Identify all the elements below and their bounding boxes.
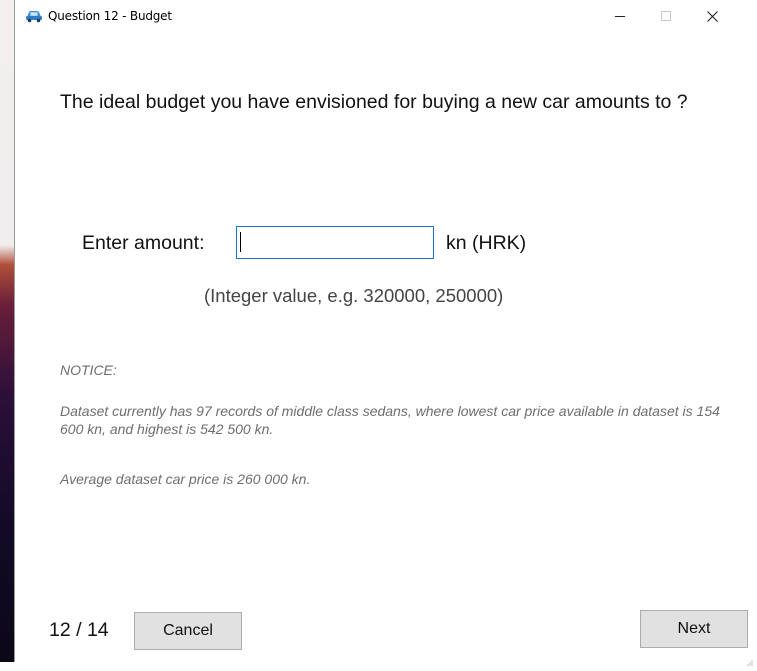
close-icon xyxy=(706,10,718,22)
next-button[interactable]: Next xyxy=(640,610,748,648)
minimize-icon xyxy=(615,16,625,17)
amount-input[interactable] xyxy=(236,226,434,259)
maximize-button[interactable] xyxy=(643,0,689,32)
amount-label: Enter amount: xyxy=(82,232,205,254)
resize-grip-icon[interactable] xyxy=(747,653,753,666)
notice-title: NOTICE: xyxy=(60,362,117,378)
cancel-button[interactable]: Cancel xyxy=(134,612,242,650)
title-bar[interactable]: Question 12 - Budget xyxy=(15,0,757,32)
notice-dataset-info: Dataset currently has 97 records of midd… xyxy=(60,403,720,437)
minimize-button[interactable] xyxy=(597,0,643,32)
maximize-icon xyxy=(661,11,671,21)
amount-hint: (Integer value, e.g. 320000, 250000) xyxy=(204,285,504,306)
window-title: Question 12 - Budget xyxy=(48,9,172,23)
desktop-background-edge xyxy=(0,0,14,662)
currency-unit-label: kn (HRK) xyxy=(446,232,527,254)
car-icon xyxy=(25,9,43,23)
notice-average-price: Average dataset car price is 260 000 kn. xyxy=(60,471,311,487)
text-caret xyxy=(240,232,241,252)
budget-dialog-window: Question 12 - Budget The ideal budget yo… xyxy=(14,0,757,666)
question-text: The ideal budget you have envisioned for… xyxy=(60,91,688,113)
question-progress: 12 / 14 xyxy=(49,619,109,641)
close-button[interactable] xyxy=(689,0,735,32)
